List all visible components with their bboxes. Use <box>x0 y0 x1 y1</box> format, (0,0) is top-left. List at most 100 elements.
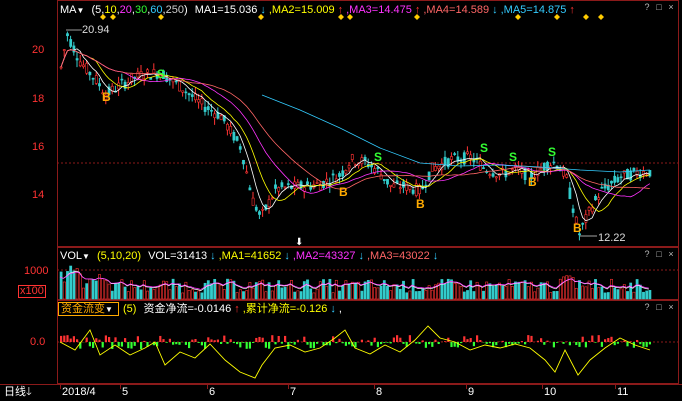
flow-bar <box>402 342 405 344</box>
flow-bar <box>524 342 527 345</box>
x-tick-label: 7 <box>290 386 297 398</box>
flow-bar <box>418 342 421 344</box>
flow-bar <box>460 342 463 344</box>
flow-bar <box>168 338 171 342</box>
flow-bar <box>645 342 648 347</box>
flow-bar <box>604 339 607 342</box>
flow-bar <box>437 342 440 345</box>
flow-bar <box>578 342 581 347</box>
flow-bar <box>527 335 530 342</box>
flow-bar <box>165 342 168 343</box>
flow-bar <box>136 336 139 342</box>
flow-bar <box>341 342 344 344</box>
flow-bar <box>383 342 386 343</box>
flow-bar <box>162 339 165 342</box>
flow-bar <box>380 342 383 345</box>
flow-bar <box>223 335 226 342</box>
flow-panel-help-icon[interactable]: ? <box>642 302 652 312</box>
flow-bar <box>76 339 79 342</box>
flow-bar <box>642 342 645 347</box>
flow-bar <box>191 339 194 342</box>
flow-bar <box>360 339 363 342</box>
flow-bar <box>530 335 533 342</box>
flow-bar <box>140 342 143 349</box>
flow-bar <box>431 342 434 347</box>
x-tick-label: 2018/4 <box>62 386 96 398</box>
flow-bar <box>540 338 543 342</box>
flow-bar <box>392 337 395 342</box>
flow-bar <box>188 342 191 349</box>
flow-bar <box>312 342 315 349</box>
flow-bar <box>69 338 72 342</box>
flow-bar <box>415 342 418 344</box>
flow-bar <box>610 336 613 342</box>
flow-bar <box>264 342 267 348</box>
flow-bar <box>293 342 296 345</box>
flow-bar <box>584 342 587 348</box>
flow-panel-close-icon[interactable]: × <box>666 302 676 312</box>
flow-bar <box>316 342 319 344</box>
flow-bar <box>556 342 559 343</box>
x-tick-mark <box>542 384 543 389</box>
flow-bar <box>124 338 127 342</box>
flow-bar <box>175 342 178 345</box>
flow-bar <box>495 342 498 346</box>
flow-bar <box>120 342 123 347</box>
flow-bar <box>399 337 402 342</box>
flow-bar <box>72 336 75 342</box>
flow-bar <box>479 339 482 342</box>
x-tick-mark <box>374 384 375 389</box>
flow-bar <box>488 342 491 344</box>
flow-bar <box>303 336 306 342</box>
flow-bar <box>271 335 274 342</box>
flow-bar <box>389 342 392 344</box>
flow-bar <box>588 340 591 342</box>
flow-bar <box>543 342 546 345</box>
flow-bar <box>220 342 223 344</box>
flow-bar <box>536 340 539 342</box>
flow-bar <box>552 342 555 348</box>
flow-bar <box>472 342 475 347</box>
flow-bar <box>450 342 453 348</box>
flow-bar <box>466 339 469 342</box>
flow-bar <box>194 339 197 342</box>
x-tick-label: 6 <box>209 386 216 398</box>
flow-bar <box>274 342 277 345</box>
flow-bar <box>98 339 101 342</box>
flow-bar <box>607 338 610 342</box>
flow-bar <box>200 342 203 346</box>
flow-panel-restore-icon[interactable]: □ <box>654 302 664 312</box>
flow-bar <box>396 335 399 342</box>
flow-bar <box>213 340 216 342</box>
x-tick-mark <box>615 384 616 389</box>
x-tick-label: 8 <box>376 386 383 398</box>
flow-bar <box>60 335 63 342</box>
flow-bar <box>172 342 175 345</box>
flow-bar <box>159 335 162 342</box>
flow-bar <box>133 342 136 346</box>
flow-bar <box>178 342 181 345</box>
x-tick-label: 10 <box>544 386 557 398</box>
flow-bar <box>92 342 95 348</box>
flow-bar <box>197 342 200 343</box>
flow-bar <box>108 337 111 342</box>
flow-bar <box>207 337 210 342</box>
cursor-marker-icon: ⬇ <box>295 237 304 248</box>
flow-bar <box>600 342 603 347</box>
flow-bar <box>639 342 642 345</box>
flow-bar <box>408 335 411 342</box>
flow-bar <box>581 336 584 342</box>
flow-bar <box>636 339 639 342</box>
flow-bar <box>476 335 479 342</box>
flow-bar <box>216 339 219 342</box>
flow-bar <box>88 342 91 347</box>
flow-bar <box>562 342 565 344</box>
flow-bar <box>568 342 571 346</box>
flow-bar <box>232 342 235 344</box>
flow-bar <box>616 342 619 344</box>
flow-bar <box>248 342 251 349</box>
flow-bar <box>354 342 357 348</box>
money-flow-chart[interactable] <box>0 0 682 401</box>
flow-bar <box>373 337 376 342</box>
flow-bar <box>591 335 594 342</box>
